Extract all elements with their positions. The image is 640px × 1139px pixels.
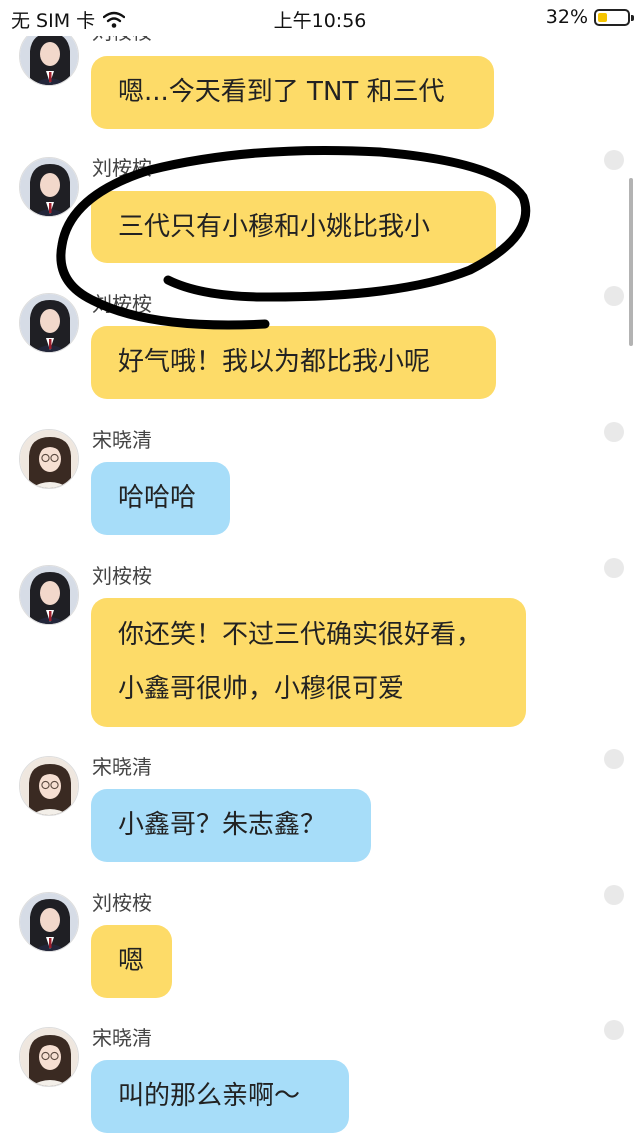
battery-percent: 32% xyxy=(545,6,588,28)
sender-name: 宋晓清 xyxy=(92,755,152,779)
message-bubble[interactable]: 嗯...今天看到了 TNT 和三代 xyxy=(91,56,494,129)
message-bubble[interactable]: 好气哦！我以为都比我小呢 xyxy=(91,326,496,399)
message-bubble[interactable]: 嗯 xyxy=(91,925,172,998)
message-bubble[interactable]: 三代只有小穆和小姚比我小 xyxy=(91,191,496,263)
select-radio[interactable] xyxy=(604,558,624,578)
select-radio[interactable] xyxy=(604,749,624,769)
select-radio[interactable] xyxy=(604,150,624,170)
message-bubble[interactable]: 叫的那么亲啊～ xyxy=(91,1060,349,1133)
avatar[interactable] xyxy=(19,756,79,816)
avatar[interactable] xyxy=(19,429,79,489)
avatar[interactable] xyxy=(19,565,79,625)
avatar[interactable] xyxy=(19,157,79,217)
sender-name: 宋晓清 xyxy=(92,1026,152,1050)
avatar[interactable] xyxy=(19,892,79,952)
select-radio[interactable] xyxy=(604,422,624,442)
message-bubble[interactable]: 你还笑！不过三代确实很好看，小鑫哥很帅，小穆很可爱 xyxy=(91,598,526,727)
message-bubble[interactable]: 小鑫哥？朱志鑫？ xyxy=(91,789,371,862)
battery-level-fill xyxy=(598,12,607,22)
sender-name: 刘桉桉 xyxy=(92,292,152,316)
battery-icon xyxy=(594,8,634,26)
sender-name: 宋晓清 xyxy=(92,428,152,452)
scrollbar[interactable] xyxy=(629,178,633,346)
select-radio[interactable] xyxy=(604,286,624,306)
chat-thread: 刘桉桉 嗯...今天看到了 TNT 和三代 刘桉桉 三代只有小穆和小姚比我小 xyxy=(0,0,640,1139)
status-bar: 无 SIM 卡 上午10:56 32% xyxy=(0,0,640,36)
sender-name: 刘桉桉 xyxy=(92,564,152,588)
avatar[interactable] xyxy=(19,1027,79,1087)
select-radio[interactable] xyxy=(604,885,624,905)
status-bar-right: 32% xyxy=(545,6,634,28)
sender-name: 刘桉桉 xyxy=(92,891,152,915)
sender-name: 刘桉桉 xyxy=(92,156,152,180)
status-time: 上午10:56 xyxy=(273,10,367,32)
select-radio[interactable] xyxy=(604,1020,624,1040)
message-bubble[interactable]: 哈哈哈 xyxy=(91,462,230,535)
avatar[interactable] xyxy=(19,293,79,353)
